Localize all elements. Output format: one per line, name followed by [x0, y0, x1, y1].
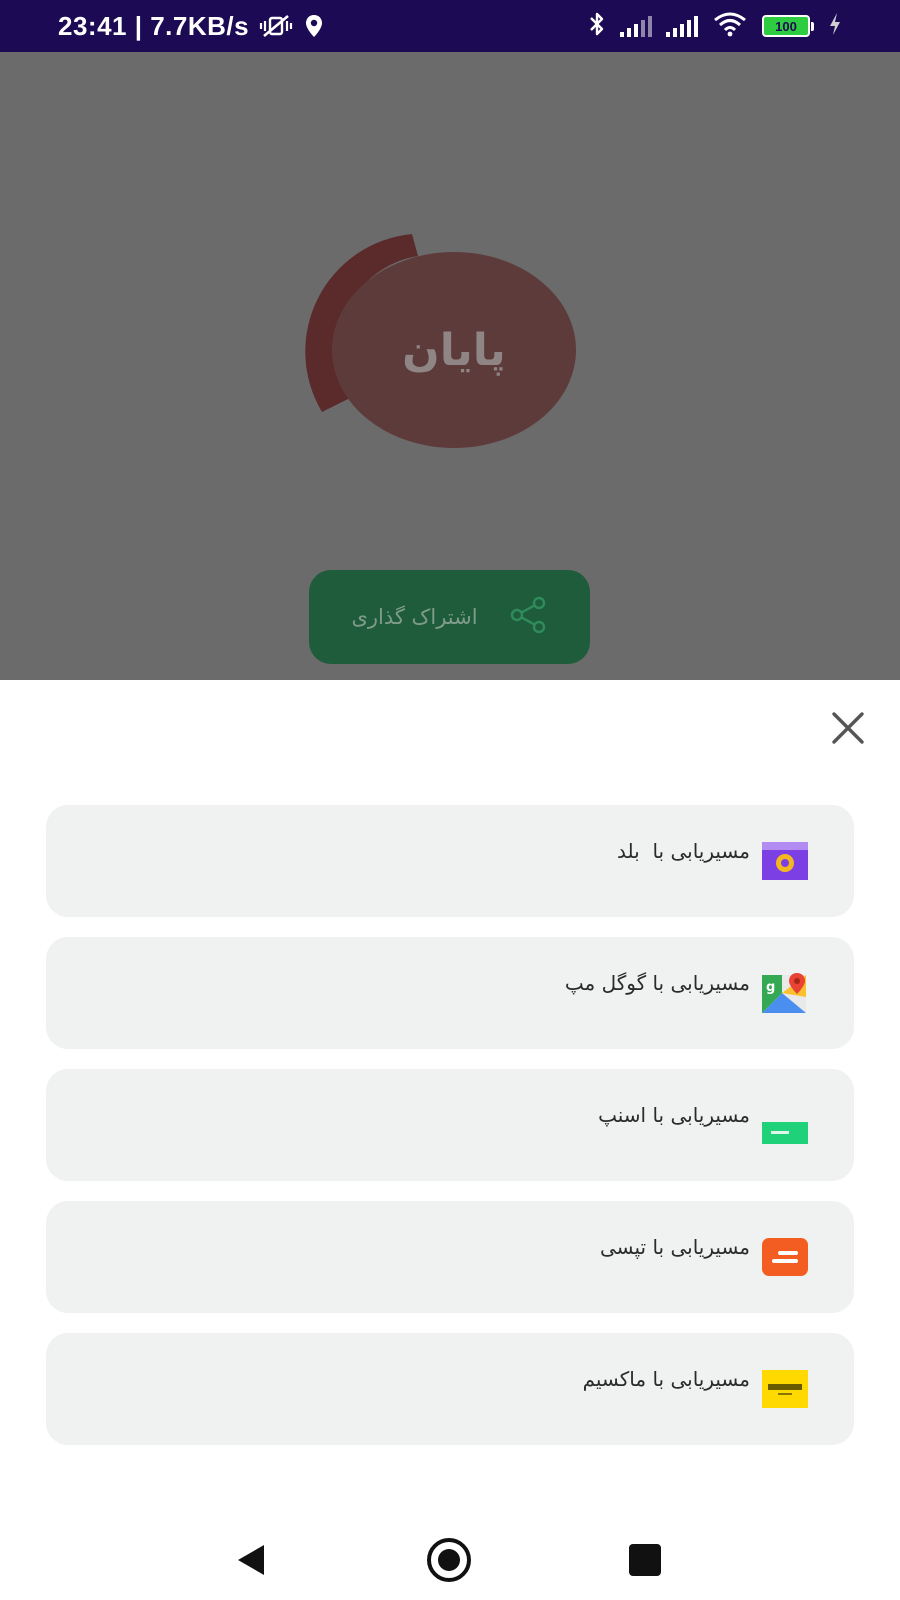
recents-icon — [629, 1544, 661, 1576]
dimmed-backdrop[interactable]: پایان اشتراک گذاری — [0, 52, 900, 680]
tapsi-icon — [762, 1237, 808, 1277]
route-with-tapsi-option[interactable]: مسیریابی با تپسی — [46, 1201, 854, 1313]
charging-icon — [828, 12, 842, 40]
end-button[interactable]: پایان — [332, 252, 576, 448]
option-label: مسیریابی با بلد — [617, 839, 750, 863]
system-navigation-bar — [0, 1520, 900, 1600]
status-left: 23:41 | 7.7KB/s — [58, 0, 325, 52]
battery-level: 100 — [762, 15, 810, 37]
route-with-google-maps-option[interactable]: مسیریابی با گوگل مپ g — [46, 937, 854, 1049]
option-label: مسیریابی با گوگل مپ — [564, 971, 750, 995]
svg-text:g: g — [766, 980, 775, 995]
option-label: مسیریابی با اسنپ — [598, 1103, 750, 1127]
battery-icon: 100 — [762, 15, 814, 37]
navigation-apps-sheet: مسیریابی با بلد مسیریابی با گوگل مپ g مس… — [0, 680, 900, 1600]
status-time-speed: 23:41 | 7.7KB/s — [58, 10, 250, 41]
vibrate-off-icon — [259, 13, 293, 39]
signal-2-icon — [666, 15, 698, 37]
route-with-snapp-option[interactable]: مسیریابی با اسنپ — [46, 1069, 854, 1181]
recents-button[interactable] — [619, 1534, 671, 1586]
status-right: 100 — [588, 0, 842, 52]
snapp-icon — [762, 1113, 808, 1153]
home-button[interactable] — [423, 1534, 475, 1586]
route-with-balad-option[interactable]: مسیریابی با بلد — [46, 805, 854, 917]
wifi-icon — [712, 11, 748, 41]
back-icon — [238, 1545, 264, 1575]
home-icon — [427, 1538, 471, 1582]
option-label: مسیریابی با ماکسیم — [582, 1367, 750, 1391]
end-button-label: پایان — [402, 324, 506, 376]
bluetooth-icon — [588, 10, 606, 42]
route-with-maxim-option[interactable]: مسیریابی با ماکسیم — [46, 1333, 854, 1445]
signal-1-icon — [620, 15, 652, 37]
maxim-icon — [762, 1369, 808, 1409]
share-icon — [508, 595, 548, 639]
option-label: مسیریابی با تپسی — [599, 1235, 750, 1259]
back-button[interactable] — [226, 1534, 278, 1586]
balad-icon — [762, 841, 808, 881]
status-bar: 23:41 | 7.7KB/s 100 — [0, 0, 900, 52]
close-icon — [832, 712, 864, 744]
location-icon — [303, 13, 325, 39]
google-maps-icon: g — [762, 973, 808, 1013]
share-button[interactable]: اشتراک گذاری — [309, 570, 590, 664]
share-button-label: اشتراک گذاری — [351, 605, 478, 629]
close-button[interactable] — [826, 706, 870, 750]
